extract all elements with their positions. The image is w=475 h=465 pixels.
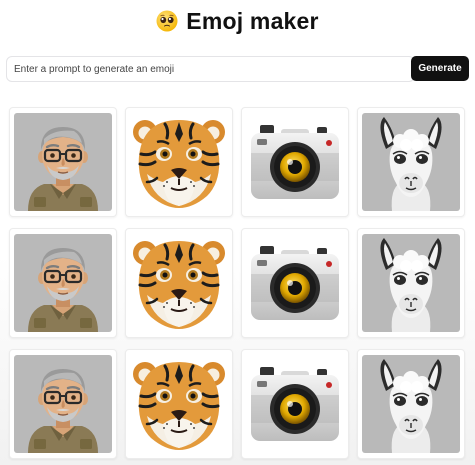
emoji-tile-llama-face[interactable] bbox=[357, 228, 465, 338]
man-with-glasses-emoji bbox=[14, 355, 112, 453]
tiger-face-emoji bbox=[133, 362, 225, 450]
emoji-tile-man-with-glasses[interactable] bbox=[9, 349, 117, 459]
emoji-tile-camera[interactable] bbox=[241, 349, 349, 459]
man-with-glasses-emoji bbox=[14, 234, 112, 332]
emoji-tile-man-with-glasses[interactable] bbox=[9, 107, 117, 217]
emoji-tile-man-with-glasses[interactable] bbox=[9, 228, 117, 338]
man-with-glasses-emoji bbox=[14, 113, 112, 211]
page-title: Emoj maker bbox=[186, 7, 319, 34]
emoji-grid bbox=[9, 107, 473, 459]
page-header: Emoj maker bbox=[0, 6, 475, 36]
tiger-face-emoji bbox=[133, 241, 225, 329]
emoji-tile-llama-face[interactable] bbox=[357, 107, 465, 217]
camera-emoji bbox=[251, 246, 339, 320]
llama-face-emoji bbox=[362, 234, 460, 332]
emoji-tile-camera[interactable] bbox=[241, 228, 349, 338]
emoji-tile-tiger-face[interactable] bbox=[125, 107, 233, 217]
generate-button[interactable]: Generate bbox=[411, 56, 469, 81]
prompt-input[interactable] bbox=[6, 56, 415, 82]
emoji-tile-tiger-face[interactable] bbox=[125, 349, 233, 459]
llama-face-emoji bbox=[362, 113, 460, 211]
camera-emoji bbox=[251, 125, 339, 199]
pleading-face-icon bbox=[156, 10, 178, 32]
emoji-tile-llama-face[interactable] bbox=[357, 349, 465, 459]
emoji-tile-tiger-face[interactable] bbox=[125, 228, 233, 338]
emoji-tile-camera[interactable] bbox=[241, 107, 349, 217]
llama-face-emoji bbox=[362, 355, 460, 453]
tiger-face-emoji bbox=[133, 120, 225, 208]
camera-emoji bbox=[251, 367, 339, 441]
